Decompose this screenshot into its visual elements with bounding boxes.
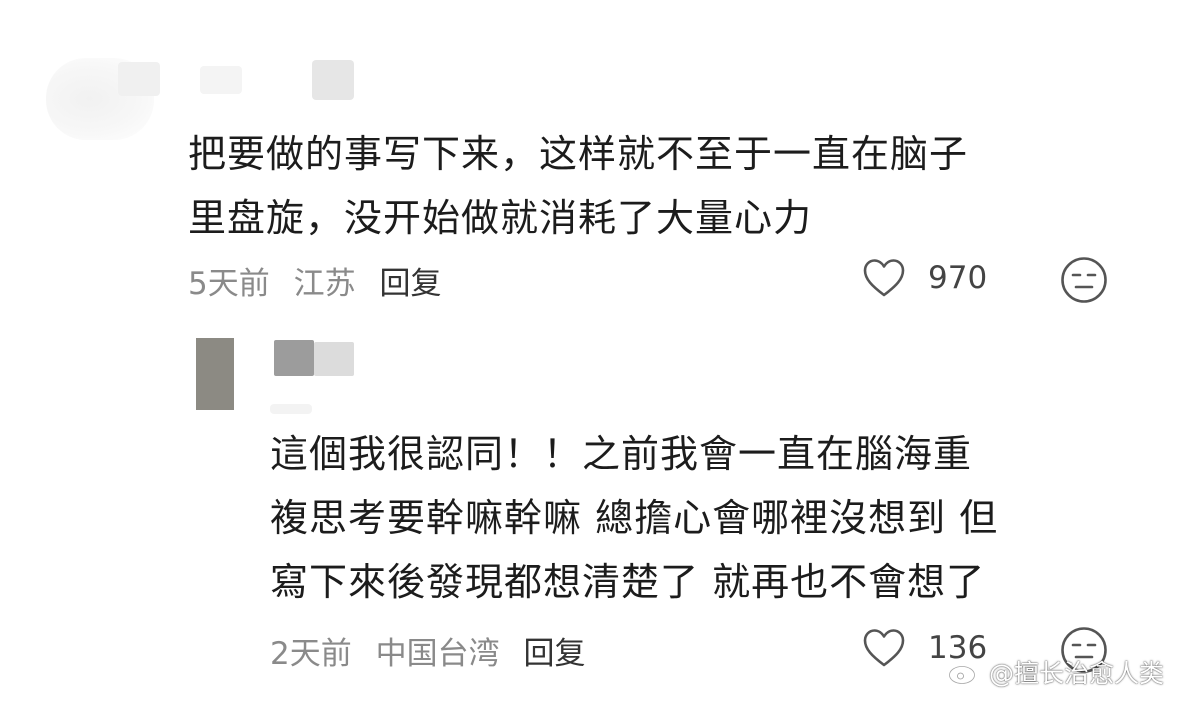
expressionless-face-icon[interactable]: [1060, 256, 1108, 304]
username-blurred[interactable]: [274, 340, 314, 376]
username-blurred[interactable]: [200, 66, 242, 94]
comment-meta: 5天前 江苏 回复: [188, 258, 455, 303]
comment-text-line: 這個我很認同！！之前我會一直在腦海重: [270, 432, 973, 476]
username-blurred: [270, 404, 312, 414]
reply-button[interactable]: 回复: [523, 636, 585, 672]
comment-text: 把要做的事写下来，这样就不至于一直在脑子 里盘旋，没开始做就消耗了大量心力: [188, 122, 1128, 250]
username-blurred[interactable]: [314, 342, 354, 376]
comment-location: 江苏: [293, 266, 356, 302]
comment-text-line: 寫下來後發現都想清楚了 就再也不會想了: [270, 560, 986, 604]
username-blurred[interactable]: [312, 60, 354, 100]
comment-meta: 2天前 中国台湾 回复: [270, 628, 599, 673]
heart-outline-icon: [863, 629, 905, 667]
like-button[interactable]: 970: [862, 258, 987, 298]
reply-button[interactable]: 回复: [379, 266, 441, 302]
like-count: 970: [928, 260, 988, 296]
comment-text: 這個我很認同！！之前我會一直在腦海重 複思考要幹嘛幹嘛 總擔心會哪裡沒想到 但寫下…: [270, 422, 1140, 614]
watermark: @擅长治愈人类: [947, 654, 1164, 690]
comment-text-line: 把要做的事写下来，这样就不至于一直在脑子: [188, 132, 969, 176]
comment-text-line: 里盘旋，没开始做就消耗了大量心力: [188, 196, 813, 240]
comment-time: 2天前: [270, 636, 352, 672]
username-blurred[interactable]: [118, 62, 160, 96]
comment-time: 5天前: [188, 266, 270, 302]
comment-text-line: 複思考要幹嘛幹嘛 總擔心會哪裡沒想到 但: [270, 496, 999, 540]
comment-location: 中国台湾: [375, 636, 500, 672]
weibo-logo-icon: [948, 660, 982, 685]
heart-outline-icon: [863, 259, 905, 297]
avatar-blurred[interactable]: [196, 338, 234, 410]
watermark-text: @擅长治愈人类: [988, 659, 1164, 688]
